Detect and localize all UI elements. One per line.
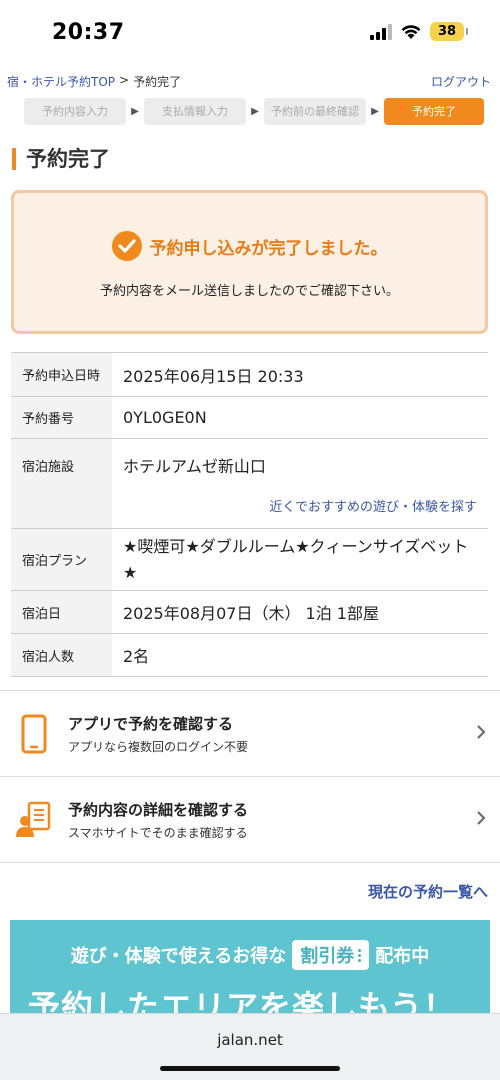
action-list: アプリで予約を確認する アプリなら複数回のログイン不要 予約内容の詳細を確認する…	[0, 690, 500, 863]
signal-icon	[370, 23, 392, 40]
check-details-item[interactable]: 予約内容の詳細を確認する スマホサイトでそのまま確認する	[0, 777, 500, 863]
nearby-activities-link[interactable]: 近くでおすすめの遊び・体験を探す	[123, 496, 477, 515]
coupon-label: 割引券	[300, 946, 355, 967]
detail-label: 宿泊日	[11, 591, 112, 633]
battery-icon: 38	[430, 22, 468, 41]
progress-steps: 予約内容入力 ▶ 支払情報入力 ▶ 予約前の最終確認 ▶ 予約完了	[24, 98, 484, 125]
smartphone-icon	[0, 714, 68, 754]
wifi-icon	[400, 24, 422, 40]
detail-label: 予約申込日時	[11, 353, 112, 396]
detail-value-wrap: ★喫煙可★ダブルルーム★クィーンサイズベット★	[112, 529, 488, 590]
step-arrow-icon: ▶	[371, 106, 379, 117]
check-in-app-item[interactable]: アプリで予約を確認する アプリなら複数回のログイン不要	[0, 691, 500, 777]
action-title: 予約内容の詳細を確認する	[68, 800, 249, 819]
detail-label: 予約番号	[11, 397, 112, 438]
step-arrow-icon: ▶	[131, 106, 139, 117]
completion-subtext: 予約内容をメール送信しましたのでご確認下さい。	[99, 284, 399, 299]
ticket-dots-icon	[358, 948, 362, 962]
detail-row-number: 予約番号 0YL0GE0N	[11, 397, 488, 439]
action-subtitle: アプリなら複数回のログイン不要	[68, 739, 249, 754]
breadcrumb-home-link[interactable]: 宿・ホテル予約TOP	[7, 73, 115, 90]
status-bar: 20:37 38	[0, 0, 500, 66]
action-subtitle: スマホサイトでそのまま確認する	[68, 825, 248, 840]
detail-label: 宿泊プラン	[11, 529, 112, 590]
breadcrumb: 宿・ホテル予約TOP > 予約完了	[7, 73, 181, 90]
detail-value: 2025年06月15日 20:33	[123, 366, 304, 386]
logout-link[interactable]: ログアウト	[431, 73, 491, 90]
detail-row-guests: 宿泊人数 2名	[11, 634, 488, 677]
detail-value: 2025年08月07日（木） 1泊 1部屋	[123, 604, 379, 623]
reservation-details: 予約申込日時 2025年06月15日 20:33 予約番号 0YL0GE0N 宿…	[11, 352, 488, 677]
banner-text-pre: 遊び・体験で使えるお得な	[70, 946, 287, 967]
reservation-list-link[interactable]: 現在の予約一覧へ	[368, 881, 488, 902]
detail-row-facility: 宿泊施設 ホテルアムゼ新山口 近くでおすすめの遊び・体験を探す	[11, 439, 488, 529]
banner-text-post: 配布中	[375, 946, 430, 967]
page-title: 予約完了	[12, 148, 110, 170]
coupon-banner[interactable]: 遊び・体験で使えるお得な 割引券 配布中 予約したエリアを楽しもう！	[10, 920, 490, 1020]
banner-headline: 遊び・体験で使えるお得な 割引券 配布中	[10, 940, 490, 970]
action-title: アプリで予約を確認する	[68, 714, 234, 733]
step-input: 予約内容入力	[24, 98, 126, 125]
facility-name: ホテルアムゼ新山口	[123, 457, 266, 476]
detail-row-stay: 宿泊日 2025年08月07日（木） 1泊 1部屋	[11, 591, 488, 634]
step-arrow-icon: ▶	[251, 106, 259, 117]
detail-value: 2名	[123, 647, 150, 666]
check-circle-icon	[111, 231, 142, 261]
step-payment: 支払情報入力	[144, 98, 246, 125]
status-indicators: 38	[370, 22, 468, 41]
coupon-badge: 割引券	[292, 940, 370, 970]
url-text: jalan.net	[217, 1031, 283, 1049]
breadcrumb-separator: >	[119, 73, 130, 87]
person-document-icon	[0, 801, 68, 839]
status-time: 20:37	[52, 20, 125, 45]
detail-value-wrap: ホテルアムゼ新山口 近くでおすすめの遊び・体験を探す	[112, 439, 488, 528]
chevron-right-icon	[476, 810, 486, 830]
detail-value: 0YL0GE0N	[123, 408, 207, 427]
chevron-right-icon	[476, 724, 486, 744]
home-indicator	[160, 1066, 340, 1071]
detail-label: 宿泊施設	[11, 439, 112, 528]
plan-name: ★喫煙可★ダブルルーム★クィーンサイズベット★	[123, 536, 469, 582]
completion-notice: 予約申し込みが完了しました。 予約内容をメール送信しましたのでご確認下さい。	[11, 190, 488, 334]
detail-row-plan: 宿泊プラン ★喫煙可★ダブルルーム★クィーンサイズベット★	[11, 529, 488, 591]
completion-heading: 予約申し込みが完了しました。	[14, 231, 485, 261]
step-complete: 予約完了	[384, 98, 484, 125]
step-confirm: 予約前の最終確認	[264, 98, 366, 125]
browser-url-bar[interactable]: jalan.net	[0, 1013, 500, 1080]
detail-label: 宿泊人数	[11, 634, 112, 676]
breadcrumb-current: 予約完了	[133, 75, 182, 89]
detail-row-date: 予約申込日時 2025年06月15日 20:33	[11, 353, 488, 397]
completion-message: 予約申し込みが完了しました。	[149, 238, 388, 259]
